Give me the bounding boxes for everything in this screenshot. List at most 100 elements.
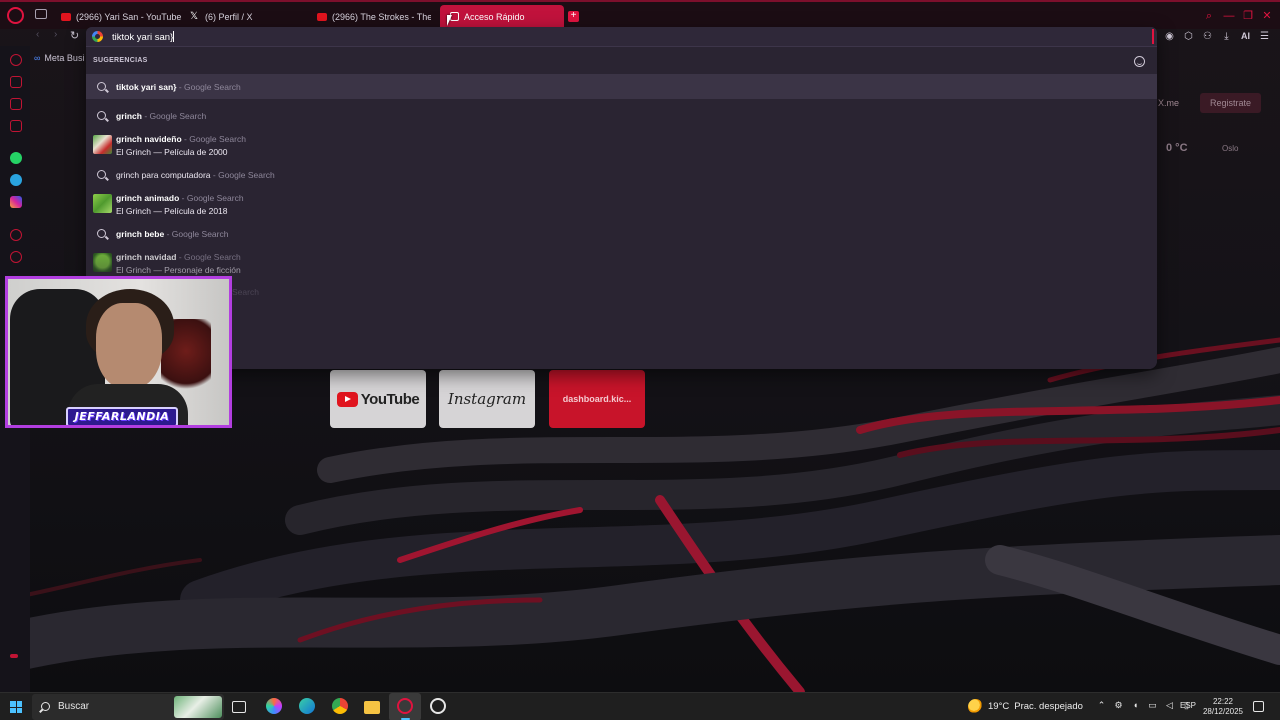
whatsapp-icon[interactable]	[10, 152, 22, 164]
speed-dial-label: dashboard.kic...	[562, 394, 632, 404]
player-icon[interactable]	[10, 229, 22, 241]
text-caret	[173, 31, 174, 42]
search-icon	[97, 229, 106, 238]
widget-x-me[interactable]: X.me	[1158, 98, 1179, 108]
taskbar-search-placeholder: Buscar	[58, 701, 90, 712]
suggestion-query: grinch bebe	[116, 229, 165, 239]
streamer-face	[96, 303, 162, 389]
history-icon[interactable]	[10, 251, 22, 263]
obs-icon[interactable]	[430, 698, 446, 714]
tab-label: (2966) Yari San - YouTube	[76, 11, 182, 22]
meta-icon: ∞	[34, 53, 41, 63]
suggestion-query: grinch navidad	[116, 252, 177, 262]
sidebar-more-icon[interactable]	[10, 654, 18, 658]
windows-taskbar: Buscar 19°C Prac. despejado ⌃ ⚙ ◖ ▭ ◁ ▯ …	[0, 692, 1280, 720]
download-icon[interactable]: ⤓	[1221, 31, 1232, 42]
tab-islands-icon[interactable]	[35, 9, 47, 19]
speed-dial-instagram[interactable]: Instagram	[439, 370, 535, 428]
suggestion-row[interactable]: grinch animado - Google Search El Grinch…	[86, 189, 1157, 219]
volume-icon[interactable]: ◁	[1165, 700, 1174, 711]
aria-icon[interactable]	[10, 54, 22, 66]
file-explorer-icon[interactable]	[364, 701, 380, 714]
gmail-icon[interactable]	[10, 120, 22, 132]
youtube-icon	[317, 12, 327, 21]
suggestion-row[interactable]: grinch - Google Search	[86, 103, 1157, 128]
address-input[interactable]	[112, 30, 1132, 44]
suggestion-query: grinch navideño	[116, 134, 182, 144]
suggestion-query: tiktok yari san}	[116, 82, 177, 92]
easy-setup-icon[interactable]: ☰	[1259, 31, 1270, 42]
network-icon[interactable]: ▭	[1148, 700, 1157, 711]
notification-icon[interactable]	[1253, 701, 1264, 712]
speed-dial-label: Instagram	[447, 390, 527, 408]
extensions-icon[interactable]: ⬡	[1183, 31, 1194, 42]
close-icon[interactable]: ✕	[1261, 10, 1273, 22]
suggestion-source: - Google Search	[184, 134, 246, 144]
suggestion-query: grinch	[116, 111, 142, 121]
browser-tab-strip: (2966) Yari San - YouTube 𝕏 (6) Perfil /…	[0, 0, 1280, 29]
emoji-icon[interactable]	[1134, 56, 1145, 67]
tab-x-perfil[interactable]: 𝕏 (6) Perfil / X	[186, 5, 306, 28]
forward-icon[interactable]: ›	[54, 29, 57, 40]
tray-chevron-up-icon[interactable]: ⌃	[1097, 700, 1106, 711]
speed-dial-kick-dashboard[interactable]: dashboard.kic...	[549, 370, 645, 428]
suggestion-row[interactable]: grinch para computadora - Google Search	[86, 162, 1157, 187]
reload-icon[interactable]: ↻	[70, 29, 79, 42]
minimize-icon[interactable]: —	[1223, 10, 1235, 22]
suggestion-row[interactable]: grinch bebe - Google Search	[86, 221, 1157, 246]
chrome-icon[interactable]	[332, 698, 348, 714]
youtube-logo-icon	[336, 391, 358, 407]
address-bar[interactable]	[86, 27, 1157, 47]
suggestion-row[interactable]: tiktok yari san} - Google Search	[86, 74, 1157, 99]
clock-time: 22:22	[1212, 697, 1234, 706]
edge-icon[interactable]	[299, 698, 315, 714]
language-indicator[interactable]: ESP	[1180, 701, 1196, 710]
suggestion-source: - Google Search	[144, 111, 207, 121]
tab-youtube-yari-san[interactable]: (2966) Yari San - YouTube	[57, 5, 187, 28]
suggestion-query: grinch para computadora	[116, 170, 211, 180]
tab-acceso-rapido[interactable]: Acceso Rápido	[440, 5, 564, 28]
speed-dial-label: YouTube	[360, 390, 420, 408]
youtube-icon	[61, 12, 71, 21]
maximize-icon[interactable]: ❐	[1242, 10, 1254, 22]
search-icon	[97, 82, 106, 91]
search-icon	[41, 702, 50, 711]
instagram-icon[interactable]	[10, 196, 22, 208]
suggestion-subtitle: El Grinch — Película de 2018	[116, 206, 228, 216]
suggestion-text: grinch - Google Search	[116, 111, 206, 121]
address-bar-dropdown: SUGERENCIAS tiktok yari san} - Google Se…	[86, 27, 1157, 369]
bookmark-meta-business[interactable]: ∞ Meta Busi	[34, 53, 84, 63]
suggestion-text: grinch navidad - Google Search	[116, 252, 241, 262]
taskbar-search[interactable]: Buscar	[32, 694, 224, 720]
task-view-icon[interactable]	[232, 701, 246, 713]
speed-dial-youtube[interactable]: YouTube	[330, 370, 426, 428]
suggestion-source: - Google Search	[212, 170, 275, 180]
suggestion-row[interactable]: grinch navideño - Google Search El Grinc…	[86, 130, 1157, 160]
weather-desc: Prac. despejado	[1014, 701, 1083, 712]
suggestion-subtitle: El Grinch — Película de 2000	[116, 147, 228, 157]
tab-youtube-the-strokes[interactable]: (2966) The Strokes - The	[313, 5, 431, 28]
tray-app-icon[interactable]: ⚙	[1114, 700, 1123, 711]
telegram-icon[interactable]	[10, 174, 22, 186]
bookmark-label: Meta Busi	[44, 53, 85, 63]
new-tab-button[interactable]: +	[568, 11, 579, 22]
suggestion-row[interactable]: Search	[86, 282, 1157, 302]
weather-widget[interactable]: 19°C Prac. despejado	[968, 699, 1083, 714]
aria-ai-button[interactable]: AI	[1240, 31, 1251, 42]
windows-start-icon[interactable]	[10, 701, 22, 713]
copilot-icon[interactable]	[266, 698, 282, 714]
vpn-icon[interactable]: ◉	[1164, 31, 1175, 42]
messenger-icon[interactable]	[10, 98, 22, 110]
opera-menu-icon[interactable]	[7, 7, 24, 24]
system-clock[interactable]: 22:22 28/12/2025	[1200, 697, 1246, 717]
suggestion-source: - Google Search	[181, 193, 244, 203]
widget-register-button[interactable]: Registrate	[1200, 93, 1262, 113]
crypto-wallet-icon[interactable]	[10, 76, 22, 88]
back-icon[interactable]: ‹	[36, 29, 39, 40]
microphone-icon[interactable]: ◖	[1131, 700, 1140, 711]
search-icon	[97, 170, 106, 179]
account-icon[interactable]: ⚇	[1202, 31, 1213, 42]
search-tabs-icon[interactable]: ⌕	[1203, 10, 1215, 22]
suggestion-row[interactable]: grinch navidad - Google Search El Grinch…	[86, 248, 1157, 278]
search-icon	[97, 111, 106, 120]
